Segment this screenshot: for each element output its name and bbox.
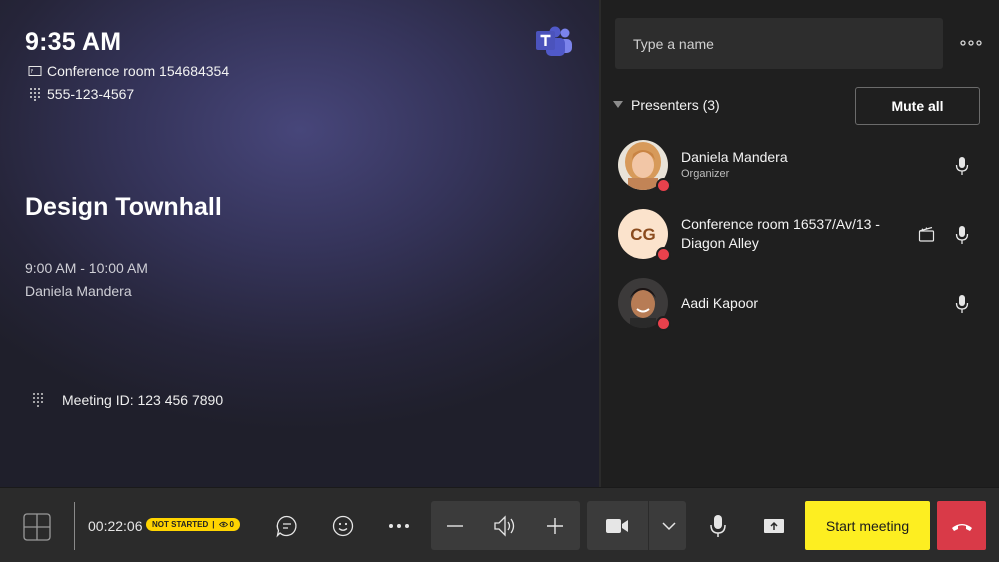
people-search-input[interactable] <box>631 34 927 53</box>
status-indicator <box>656 178 671 193</box>
presenters-header: Presenters (3) <box>631 97 720 113</box>
hang-up-button[interactable] <box>937 501 986 550</box>
participant-role: Organizer <box>681 168 730 180</box>
phone-row: 555-123-4567 <box>28 86 134 102</box>
split-divider <box>648 501 649 550</box>
volume-control-group <box>431 501 580 550</box>
volume-down-button[interactable] <box>441 512 469 540</box>
participant-row[interactable]: CG Conference room 16537/Av/13 - Diagon … <box>618 209 988 262</box>
participant-name: Aadi Kapoor <box>681 295 759 311</box>
chat-icon <box>276 515 297 538</box>
more-icon <box>389 524 409 528</box>
chevron-down-icon <box>662 522 676 531</box>
emoji-icon <box>332 515 354 537</box>
status-indicator <box>656 247 671 262</box>
hang-up-icon <box>951 523 972 531</box>
room-display-icon <box>28 66 42 76</box>
mic-icon[interactable] <box>955 294 969 314</box>
clock: 9:35 AM <box>25 28 122 56</box>
meeting-info-panel: 9:35 AM Conference room 154684354 555-12… <box>0 0 599 487</box>
mute-all-button[interactable]: Mute all <box>855 87 980 125</box>
share-screen-button[interactable] <box>760 512 788 540</box>
room-name-row: Conference room 154684354 <box>28 63 229 79</box>
speaker-button[interactable] <box>491 512 519 540</box>
share-screen-icon <box>764 519 784 533</box>
volume-up-icon <box>547 518 563 534</box>
elapsed-timer: 00:22:06 <box>88 518 143 534</box>
toolbar-divider <box>74 502 75 550</box>
avatar <box>618 278 671 331</box>
mic-button[interactable] <box>704 512 732 540</box>
avatar-initials: CG <box>630 225 656 244</box>
status-indicator <box>656 316 671 331</box>
participant-name: Conference room 16537/Av/13 - Diagon All… <box>681 216 880 251</box>
chat-button[interactable] <box>273 512 301 540</box>
roster-panel: Presenters (3) Mute all Daniela Mandera … <box>601 0 999 487</box>
meeting-title: Design Townhall <box>25 193 222 221</box>
meeting-id-row: Meeting ID: 123 456 7890 <box>31 392 223 408</box>
camera-icon <box>606 519 628 533</box>
participant-row[interactable]: Daniela Mandera Organizer <box>618 140 988 193</box>
volume-up-button[interactable] <box>541 512 569 540</box>
participant-name: Daniela Mandera <box>681 149 788 165</box>
teams-logo-icon <box>536 26 572 56</box>
gallery-icon[interactable] <box>23 513 51 541</box>
caret-down-icon <box>613 101 623 108</box>
avatar <box>618 140 671 193</box>
viewer-eye-icon <box>218 521 228 528</box>
people-search-box[interactable] <box>615 18 943 69</box>
status-badge: NOT STARTED | 0 <box>146 518 240 531</box>
meeting-toolbar: 00:22:06 NOT STARTED | 0 Start meeting <box>0 487 999 562</box>
room-name: Conference room 154684354 <box>47 63 230 79</box>
participant-row[interactable]: Aadi Kapoor <box>618 278 988 331</box>
room-device-icon <box>918 226 935 242</box>
meeting-id: Meeting ID: 123 456 7890 <box>62 392 224 408</box>
status-badge-text: NOT STARTED <box>152 520 209 529</box>
camera-button[interactable] <box>603 512 631 540</box>
phone-number: 555-123-4567 <box>47 86 135 102</box>
meeting-organizer: Daniela Mandera <box>25 283 132 299</box>
roster-more-icon[interactable] <box>960 34 982 52</box>
speaker-icon <box>494 515 515 537</box>
avatar: CG <box>618 209 671 262</box>
camera-control-group <box>587 501 686 550</box>
more-actions-button[interactable] <box>385 512 413 540</box>
volume-down-icon <box>447 525 463 527</box>
mic-icon <box>710 515 726 537</box>
camera-options-button[interactable] <box>655 512 683 540</box>
dialpad-icon <box>33 393 43 407</box>
meeting-schedule: 9:00 AM - 10:00 AM <box>25 260 148 276</box>
viewer-count: 0 <box>229 520 234 529</box>
mic-icon[interactable] <box>955 156 969 176</box>
reactions-button[interactable] <box>329 512 357 540</box>
dialpad-icon <box>30 88 40 101</box>
start-meeting-button[interactable]: Start meeting <box>805 501 930 550</box>
mic-icon[interactable] <box>955 225 969 245</box>
presenters-section-toggle[interactable]: Presenters (3) <box>613 97 720 113</box>
